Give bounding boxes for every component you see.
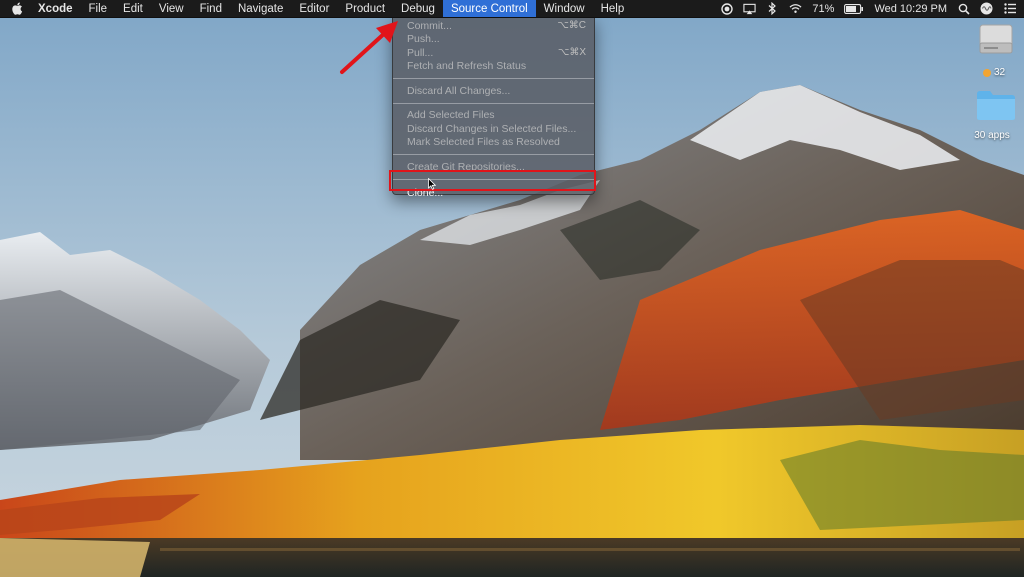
hard-drive-label: 32 xyxy=(966,66,1022,79)
menu-item-label: Mark Selected Files as Resolved xyxy=(407,136,560,149)
menu-navigate[interactable]: Navigate xyxy=(230,0,291,17)
hard-drive-icon[interactable] xyxy=(976,21,1016,59)
menu-item-shortcut: ⌥⌘C xyxy=(557,20,586,32)
menu-item-discard-all[interactable]: Discard All Changes... xyxy=(393,84,594,98)
menu-item-label: Discard Changes in Selected Files... xyxy=(407,122,577,135)
menu-editor[interactable]: Editor xyxy=(291,0,337,17)
battery-icon[interactable] xyxy=(844,2,864,15)
apple-menu-icon[interactable] xyxy=(12,2,24,15)
tag-dot-icon xyxy=(982,68,991,77)
menu-item-shortcut: ⌥⌘X xyxy=(557,47,586,59)
menu-item-push[interactable]: Push... xyxy=(393,33,594,47)
menu-app-xcode[interactable]: Xcode xyxy=(30,0,81,17)
menu-item-add-selected[interactable]: Add Selected Files xyxy=(393,109,594,123)
battery-percent: 71% xyxy=(812,2,835,15)
spotlight-search-icon[interactable] xyxy=(957,2,970,15)
menu-separator xyxy=(393,178,594,180)
menu-item-label: Add Selected Files xyxy=(407,109,495,122)
bluetooth-icon[interactable] xyxy=(766,2,779,15)
menu-separator xyxy=(393,154,594,155)
menu-item-fetch-refresh[interactable]: Fetch and Refresh Status xyxy=(393,60,594,74)
menu-bar: Xcode File Edit View Find Navigate Edito… xyxy=(0,0,1024,18)
menu-separator xyxy=(393,78,594,79)
menu-item-label: Push... xyxy=(407,33,440,46)
menu-file[interactable]: File xyxy=(81,0,116,17)
menu-clock[interactable]: Wed 10:29 PM xyxy=(874,3,947,15)
folder-label: 30 apps xyxy=(974,130,1010,141)
menu-debug[interactable]: Debug xyxy=(393,0,443,17)
menu-item-create-git-repos[interactable]: Create Git Repositories... xyxy=(393,160,594,174)
menu-view[interactable]: View xyxy=(151,0,192,17)
menu-find[interactable]: Find xyxy=(192,0,230,17)
menu-item-clone[interactable]: Clone... xyxy=(393,185,594,201)
notification-center-icon[interactable] xyxy=(1003,2,1016,15)
menu-item-mark-resolved[interactable]: Mark Selected Files as Resolved xyxy=(393,136,594,150)
source-control-dropdown: Commit... ⌥⌘C Push... Pull... ⌥⌘X Fetch … xyxy=(392,17,595,199)
siri-icon[interactable] xyxy=(980,2,993,15)
menu-item-label: Commit... xyxy=(407,19,452,32)
hard-drive-label-text: 32 xyxy=(993,67,1006,78)
menu-item-label: Create Git Repositories... xyxy=(407,160,525,173)
wifi-icon[interactable] xyxy=(789,2,802,15)
menu-item-label: Fetch and Refresh Status xyxy=(407,60,527,73)
menu-item-discard-selected[interactable]: Discard Changes in Selected Files... xyxy=(393,122,594,136)
airplay-icon[interactable] xyxy=(743,2,757,15)
menu-edit[interactable]: Edit xyxy=(115,0,151,17)
menu-separator xyxy=(393,102,594,104)
red-arrow-annotation-icon xyxy=(340,21,398,74)
folder-icon[interactable] xyxy=(975,88,1017,122)
menu-window[interactable]: Window xyxy=(536,0,593,17)
menu-item-label: Pull... xyxy=(407,46,434,59)
menu-source-control[interactable]: Source Control xyxy=(442,0,536,17)
menu-item-pull[interactable]: Pull... ⌥⌘X xyxy=(393,46,594,60)
menu-help[interactable]: Help xyxy=(593,0,633,17)
record-icon[interactable] xyxy=(720,2,733,15)
menu-item-label: Discard All Changes... xyxy=(407,84,511,97)
mouse-cursor-icon xyxy=(428,178,436,190)
menu-product[interactable]: Product xyxy=(337,0,393,17)
menu-item-commit[interactable]: Commit... ⌥⌘C xyxy=(393,19,594,33)
